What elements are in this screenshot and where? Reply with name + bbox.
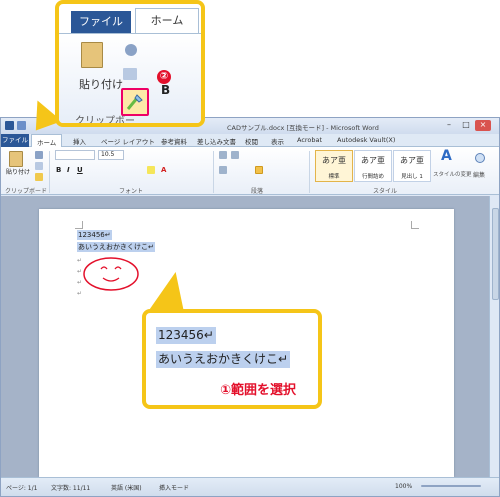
style-normal[interactable]: あア亜 標準 — [315, 150, 353, 182]
paste-icon[interactable] — [9, 151, 23, 167]
group-label-paragraph: 段落 — [251, 188, 264, 195]
page-corner-mark — [75, 221, 83, 229]
style-no-spacing[interactable]: あア亜 行間詰め — [354, 150, 392, 182]
word-app-icon[interactable] — [5, 121, 14, 130]
close-button[interactable]: × — [475, 120, 491, 131]
change-styles-label[interactable]: スタイルの変更 — [433, 170, 472, 178]
style-heading-1[interactable]: あア亜 見出し 1 — [393, 150, 431, 182]
font-name-combo[interactable] — [55, 150, 95, 160]
tab-acrobat[interactable]: Acrobat — [297, 136, 322, 144]
ribbon-tabs: ファイル ホーム 挿入 ページ レイアウト 参考資料 差し込み文書 校閲 表示 … — [1, 134, 499, 148]
status-word-count[interactable]: 文字数: 11/11 — [51, 483, 90, 492]
select-range-instruction: ①範囲を選択 — [220, 383, 297, 398]
style-name: 標準 — [328, 174, 340, 180]
edit-label[interactable]: 編集 — [473, 170, 485, 179]
style-name: 行間詰め — [361, 174, 384, 180]
style-sample: あア亜 — [322, 156, 346, 165]
group-label-clipboard: クリップボード — [5, 188, 48, 195]
tab-insert[interactable]: 挿入 — [73, 136, 86, 146]
zoomed-line-1: 123456↵ — [156, 327, 216, 344]
format-painter-icon-highlighted — [121, 88, 149, 116]
copy-icon[interactable] — [35, 162, 43, 170]
maximize-button[interactable]: □ — [458, 120, 474, 131]
smiley-drawing — [83, 257, 139, 291]
scroll-thumb[interactable] — [492, 208, 499, 300]
tab-home-zoomed: ホーム — [135, 8, 199, 33]
bullets-icon[interactable] — [219, 151, 227, 159]
tab-page-layout[interactable]: ページ レイアウト — [101, 136, 155, 146]
find-icon[interactable] — [475, 153, 485, 163]
page-corner-mark — [411, 221, 419, 229]
status-page[interactable]: ページ: 1/1 — [6, 483, 37, 492]
document-line-2[interactable]: あいうえおかきくけこ↵ — [77, 242, 155, 252]
step-2-badge: ② — [157, 70, 171, 84]
tab-autodesk-vault[interactable]: Autodesk Vault(X) — [337, 136, 395, 144]
ribbon: 貼り付け クリップボード 10.5 B I U A フォント 段落 あア亜 標準… — [1, 147, 499, 195]
group-label-style: スタイル — [373, 188, 398, 195]
tab-references[interactable]: 参考資料 — [161, 136, 187, 146]
window-title: CADサンプル.docx [互換モード] - Microsoft Word — [227, 124, 379, 132]
copy-icon — [123, 68, 137, 80]
zoom-slider-icon[interactable] — [421, 485, 481, 487]
separator — [213, 151, 214, 193]
style-sample: あア亜 — [361, 156, 385, 165]
document-line-1[interactable]: 123456↵ — [77, 230, 112, 240]
highlight-icon[interactable] — [147, 166, 155, 174]
ribbon-zoom-callout: ファイル ホーム B 貼り付け クリップボー ② — [55, 0, 205, 127]
selection-zoom-callout: 123456↵ あいうえおかきくけこ↵ ①範囲を選択 — [142, 309, 322, 409]
italic-button[interactable]: I — [67, 166, 70, 174]
status-bar: ページ: 1/1 文字数: 11/11 英語 (米国) 挿入モード 100% — [1, 477, 499, 496]
align-justify-icon[interactable] — [255, 166, 263, 174]
group-label-font: フォント — [119, 188, 144, 195]
change-styles-icon[interactable]: A — [441, 148, 452, 164]
underline-button[interactable]: U — [77, 166, 83, 174]
vertical-scrollbar[interactable] — [489, 196, 499, 477]
zoomed-line-2: あいうえおかきくけこ↵ — [156, 351, 291, 368]
separator — [49, 151, 50, 193]
font-color-button[interactable]: A — [161, 166, 166, 174]
numbering-icon[interactable] — [231, 151, 239, 159]
tab-file-zoomed: ファイル — [71, 11, 131, 33]
brush-icon — [126, 94, 143, 110]
minimize-button[interactable]: – — [441, 120, 457, 131]
status-zoom[interactable]: 100% — [395, 483, 412, 490]
paste-icon — [81, 42, 103, 68]
tab-file[interactable]: ファイル — [1, 134, 29, 147]
font-size-combo[interactable]: 10.5 — [98, 150, 124, 160]
separator — [309, 151, 310, 193]
tab-review[interactable]: 校閲 — [245, 136, 258, 146]
tab-mailings[interactable]: 差し込み文書 — [197, 136, 236, 146]
tab-view[interactable]: 表示 — [271, 136, 284, 146]
align-left-icon[interactable] — [219, 166, 227, 174]
cut-icon[interactable] — [35, 151, 43, 159]
style-sample: あア亜 — [400, 156, 424, 165]
bold-button[interactable]: B — [56, 166, 61, 174]
style-name: 見出し 1 — [401, 174, 423, 180]
status-insert-mode[interactable]: 挿入モード — [159, 483, 189, 492]
format-painter-icon[interactable] — [35, 173, 43, 181]
paste-label-zoomed: 貼り付け — [79, 78, 123, 91]
scissors-icon — [125, 44, 137, 56]
status-language[interactable]: 英語 (米国) — [111, 483, 142, 492]
paste-label[interactable]: 貼り付け — [6, 169, 30, 177]
word-window: CADサンプル.docx [互換モード] - Microsoft Word – … — [0, 117, 500, 497]
save-icon[interactable] — [17, 121, 26, 130]
bold-letter: B — [161, 83, 171, 97]
